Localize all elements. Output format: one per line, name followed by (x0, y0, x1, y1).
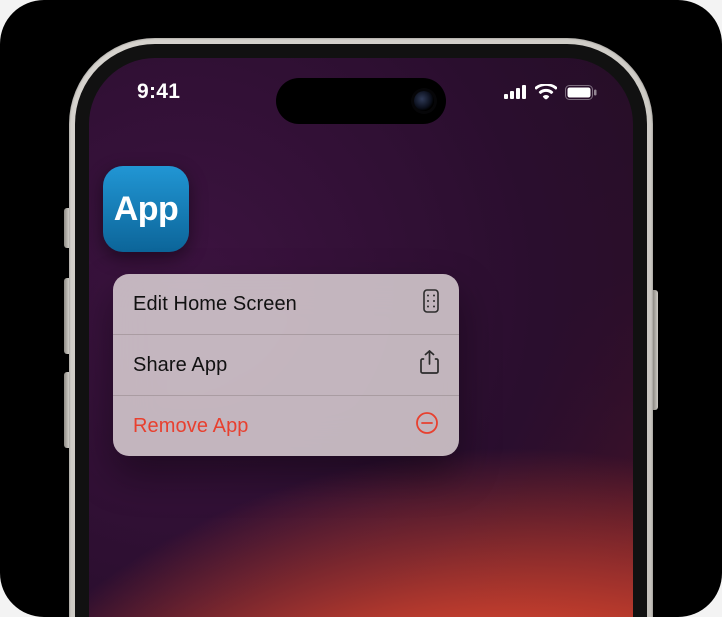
volume-down-button (64, 372, 69, 448)
app-icon[interactable]: App (103, 166, 189, 252)
home-screen[interactable]: 9:41 App (89, 58, 633, 617)
menu-item-remove-app[interactable]: Remove App (113, 395, 459, 456)
battery-icon (565, 85, 597, 100)
menu-item-label: Remove App (133, 415, 249, 438)
cellular-icon (504, 85, 527, 99)
wifi-icon (535, 84, 557, 100)
app-icon-label: App (114, 190, 179, 229)
status-time: 9:41 (137, 80, 180, 104)
status-bar: 9:41 (89, 80, 633, 104)
apps-icon (423, 289, 439, 319)
menu-item-share-app[interactable]: Share App (113, 334, 459, 395)
share-icon (420, 350, 439, 380)
menu-item-edit-home-screen[interactable]: Edit Home Screen (113, 274, 459, 334)
phone-frame: 9:41 App (69, 38, 653, 617)
phone-bezel: 9:41 App (75, 44, 647, 617)
minus-circle-icon (415, 411, 439, 441)
ring-switch (64, 208, 69, 248)
side-button (653, 290, 658, 410)
volume-up-button (64, 278, 69, 354)
viewport: 9:41 App (0, 0, 722, 617)
menu-item-label: Share App (133, 354, 227, 377)
menu-item-label: Edit Home Screen (133, 293, 297, 316)
context-menu: Edit Home Screen (113, 274, 459, 456)
